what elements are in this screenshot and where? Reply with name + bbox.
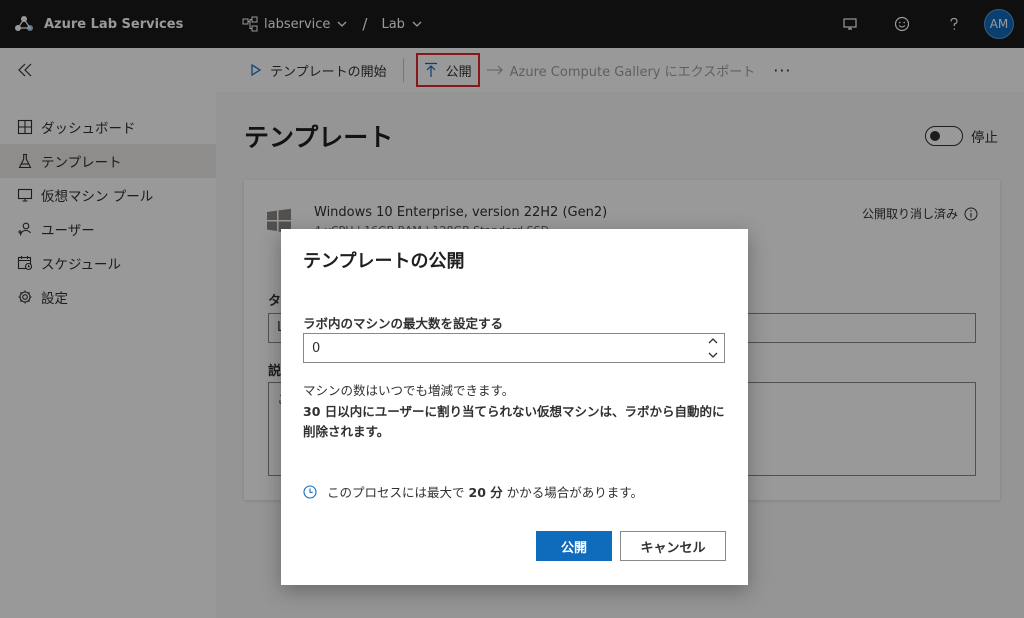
dialog-cancel-button[interactable]: キャンセル [620, 531, 726, 561]
time-value: 20 分 [468, 485, 503, 500]
chevron-down-icon[interactable] [707, 350, 719, 360]
time-suffix: かかる場合があります。 [506, 485, 644, 500]
clock-icon [303, 484, 317, 499]
max-machines-label: ラボ内のマシンの最大数を設定する [303, 316, 504, 331]
stepper-buttons [706, 336, 720, 360]
max-machines-value: 0 [312, 340, 321, 356]
publish-template-dialog: テンプレートの公開 ラボ内のマシンの最大数を設定する 0 マシンの数はいつでも増… [281, 229, 748, 585]
time-prefix: このプロセスには最大で [327, 485, 465, 500]
dialog-title: テンプレートの公開 [303, 251, 465, 272]
process-time-note: このプロセスには最大で 20 分 かかる場合があります。 [303, 482, 643, 501]
chevron-up-icon[interactable] [707, 336, 719, 346]
max-machines-stepper[interactable]: 0 [303, 333, 725, 363]
info-text: マシンの数はいつでも増減できます。 [303, 383, 515, 398]
dialog-publish-button[interactable]: 公開 [536, 531, 612, 561]
auto-delete-warning: 30 日以内にユーザーに割り当てられない仮想マシンは、ラボから自動的に削除されま… [303, 404, 725, 439]
